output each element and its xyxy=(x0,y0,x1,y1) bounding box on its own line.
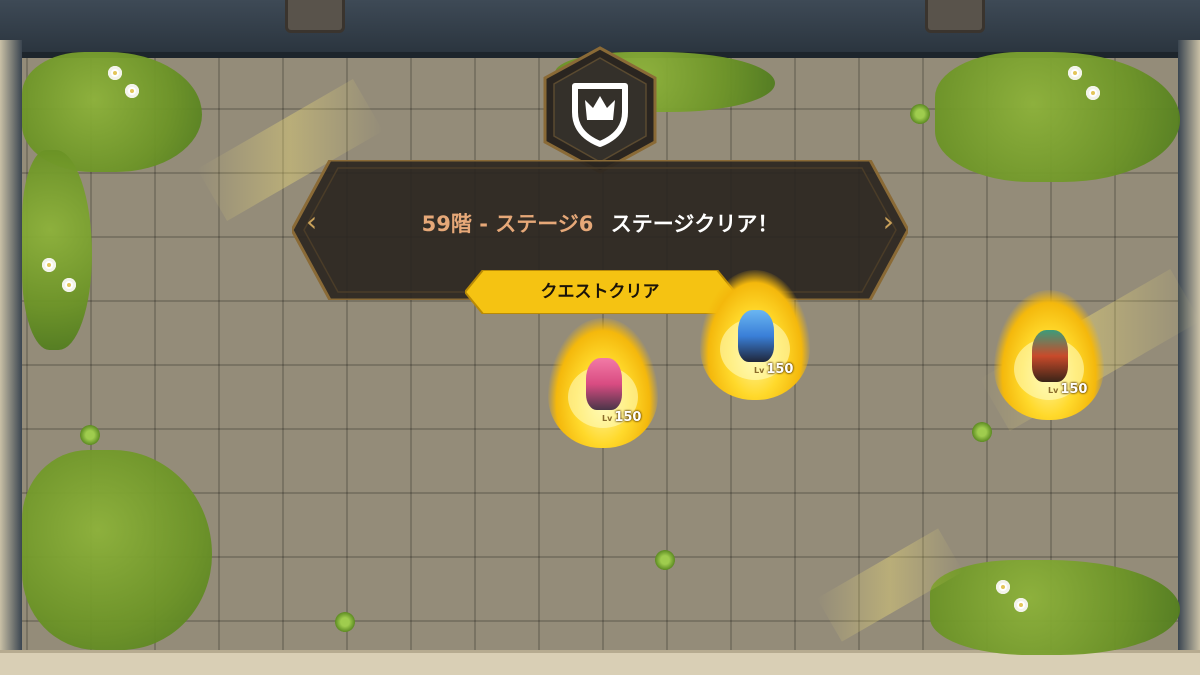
grass-sprout xyxy=(335,612,355,632)
flower xyxy=(1014,598,1028,612)
hero-level: Lv 150 xyxy=(1048,382,1087,397)
level-prefix: Lv xyxy=(1048,386,1059,395)
hero-green-hat-warrior[interactable]: Lv 150 xyxy=(994,290,1104,420)
hero-level: Lv 150 xyxy=(602,410,641,425)
flower xyxy=(62,278,76,292)
stage-result-line: 59階 - ステージ6 ステージクリア！ xyxy=(292,208,908,238)
wall-door-right xyxy=(925,0,985,33)
level-value: 150 xyxy=(1060,382,1088,397)
level-prefix: Lv xyxy=(602,414,613,423)
flower xyxy=(1086,86,1100,100)
wall-door-left xyxy=(285,0,345,33)
quest-clear-label: クエストクリア xyxy=(540,282,660,302)
hero-level: Lv 150 xyxy=(754,362,793,377)
moss-patch xyxy=(935,52,1180,182)
flower xyxy=(108,66,122,80)
stage-clear-text: ステージクリア！ xyxy=(610,212,779,236)
hero-pink-archer[interactable]: Lv 150 xyxy=(548,318,658,448)
right-wall xyxy=(1178,40,1200,675)
level-value: 150 xyxy=(766,362,794,377)
grass-sprout xyxy=(910,104,930,124)
flower xyxy=(1068,66,1082,80)
stage-name: 59階 - ステージ6 xyxy=(421,212,594,236)
grass-sprout xyxy=(972,422,992,442)
hero-sprite xyxy=(586,358,622,410)
crown-shield-icon xyxy=(541,46,659,174)
hero-blue-mage[interactable]: Lv 150 xyxy=(700,270,810,400)
hero-sprite xyxy=(738,310,774,362)
level-prefix: Lv xyxy=(754,366,765,375)
flower xyxy=(996,580,1010,594)
grass-sprout xyxy=(80,425,100,445)
hero-sprite xyxy=(1032,330,1068,382)
left-wall xyxy=(0,40,22,675)
moss-patch xyxy=(930,560,1180,655)
quest-clear-button[interactable]: クエストクリア xyxy=(465,270,735,314)
flower xyxy=(42,258,56,272)
level-value: 150 xyxy=(614,410,642,425)
flower xyxy=(125,84,139,98)
grass-sprout xyxy=(655,550,675,570)
